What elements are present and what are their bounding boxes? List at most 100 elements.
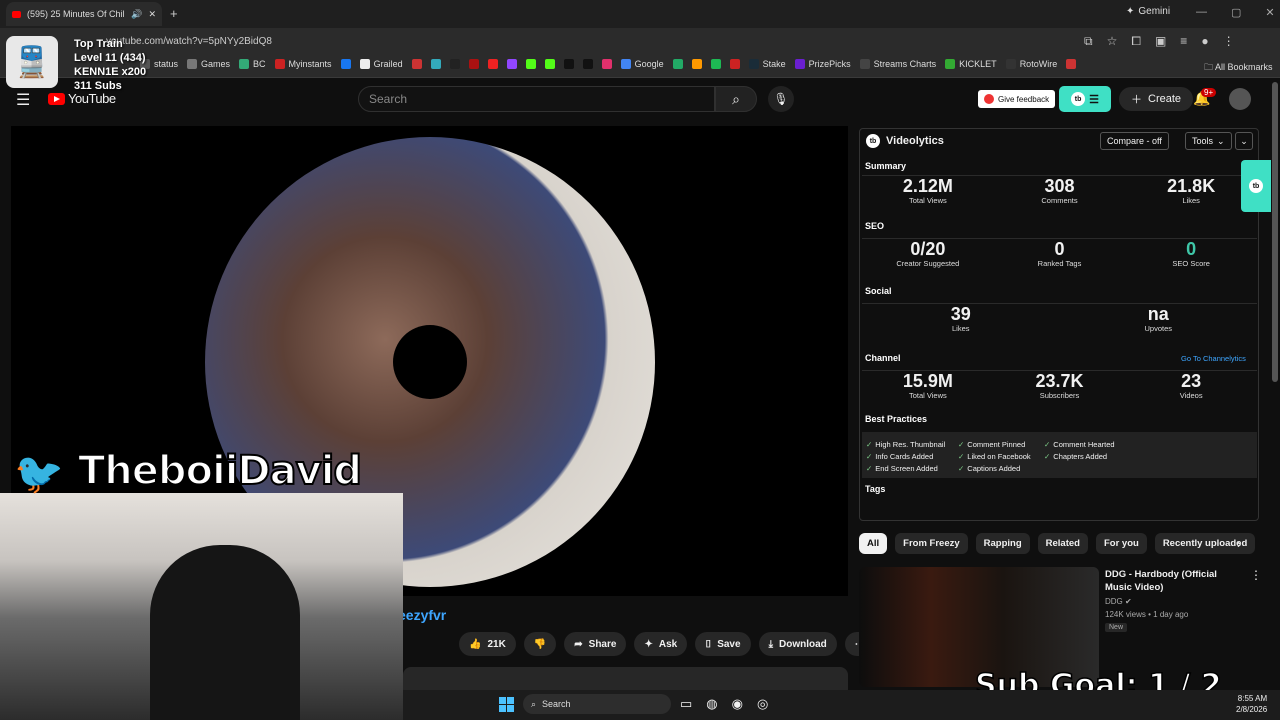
maximize-icon[interactable]: ▢ [1231,6,1241,19]
bookmark-item[interactable] [601,59,612,69]
share-button[interactable]: ➦ Share [564,632,627,656]
bookmark-item[interactable]: Games [187,59,230,69]
bookmark-item[interactable]: KICKLET [945,59,997,69]
bookmark-item[interactable] [506,59,517,69]
channel-name-link[interactable]: eezyfvr [398,607,446,623]
new-tab-button[interactable]: + [170,6,178,21]
install-icon[interactable]: ⧉ [1084,34,1093,49]
youtube-logo[interactable]: YouTube [48,91,116,106]
videolytics-logo-icon: tb [866,134,880,148]
bookmark-label: Streams Charts [873,59,937,69]
videolytics-toggle-button[interactable]: tb ☰ [1059,86,1111,112]
bookmark-item[interactable] [1066,59,1077,69]
bookmark-item[interactable] [563,59,574,69]
save-button[interactable]: ⌷ Save [695,632,751,656]
all-bookmarks-button[interactable]: 🗀 All Bookmarks [1204,60,1273,76]
sidepanel-icon[interactable]: ▣ [1155,34,1166,49]
bookmark-item[interactable] [468,59,479,69]
bookmark-item[interactable] [411,59,422,69]
bookmark-favicon-icon [411,59,422,69]
media-icon[interactable]: ≡ [1180,34,1187,49]
bookmark-item[interactable] [544,59,555,69]
voice-search-button[interactable]: 🎙 [768,86,794,112]
star-icon[interactable]: ☆ [1107,34,1118,49]
taskbar-search[interactable]: ⌕ Search [523,694,671,714]
bookmark-item[interactable]: Stake [748,59,786,69]
bookmark-item[interactable] [449,59,460,69]
chevron-right-icon[interactable]: › [1237,536,1241,551]
recommended-video-channel[interactable]: DDG ✔ [1105,597,1132,606]
bookmark-item[interactable]: BC [239,59,266,69]
bookmark-item[interactable]: Grailed [359,59,403,69]
create-button[interactable]: ＋ Create [1119,87,1194,111]
bookmark-item[interactable]: Streams Charts [859,59,937,69]
summary-stat: 2.12M Total Views [862,176,994,215]
bookmark-item[interactable] [430,59,441,69]
firefox-icon[interactable]: ◍ [706,696,717,712]
videolytics-side-tab[interactable]: tb [1241,160,1271,212]
bookmark-favicon-icon [468,59,479,69]
obs-icon[interactable]: ◎ [757,696,768,712]
page-scrollbar[interactable] [1272,82,1278,382]
bookmark-item[interactable] [691,59,702,69]
bookmark-item[interactable] [582,59,593,69]
filter-chip[interactable]: From Freezy [895,533,968,554]
kebab-menu-icon[interactable]: ⋮ [1250,568,1262,582]
stat-label: Creator Suggested [896,259,960,268]
gemini-button[interactable]: ✦ Gemini [1126,6,1170,17]
filter-chip[interactable]: All [859,533,888,554]
kebab-menu-icon[interactable]: ⋮ [1223,34,1235,49]
bookmark-label: KICKLET [959,59,997,69]
filter-chip[interactable]: Rapping [975,533,1030,554]
compare-toggle[interactable]: Compare - off [1100,132,1169,150]
chrome-icon[interactable]: ◉ [732,696,743,712]
bookmark-item[interactable] [672,59,683,69]
bookmark-item[interactable]: RotoWire [1005,59,1057,69]
filter-chip[interactable]: For you [1095,533,1147,554]
filter-chip[interactable]: Related [1037,533,1088,554]
system-clock[interactable]: 8:55 AM 2/8/2026 [1236,693,1267,715]
give-feedback-button[interactable]: Give feedback [978,90,1056,108]
tools-dropdown[interactable]: Tools ⌄ [1185,132,1232,150]
profile-icon[interactable]: ● [1201,34,1208,49]
bookmark-item[interactable] [729,59,740,69]
file-explorer-icon[interactable]: ▭ [680,696,692,712]
search-button[interactable]: ⌕ [715,86,757,112]
disc-center-hole [393,325,467,399]
search-input[interactable]: Search [358,86,715,112]
download-button[interactable]: ⤓ Download [758,632,837,656]
close-tab-icon[interactable]: ✕ [148,9,156,20]
bookmarks-list: status Games BC Myinstants Grailed Google Stak… [140,59,1077,69]
bookmark-item[interactable]: Myinstants [274,59,332,69]
bookmark-favicon-icon [748,59,759,69]
window-controls: — ▢ ✕ [1196,6,1275,19]
social-section-label: Social [865,286,892,296]
social-stat: 39 Likes [862,304,1060,343]
bookmark-item[interactable] [710,59,721,69]
bookmark-item[interactable] [340,59,351,69]
bookmark-favicon-icon [601,59,612,69]
go-to-channelytics-link[interactable]: Go To Channelytics [1181,354,1246,363]
hamburger-menu-icon[interactable]: ☰ [16,90,30,110]
extensions-icon[interactable]: ⧠ [1131,34,1141,49]
bookmark-item[interactable] [487,59,498,69]
speaker-icon[interactable]: 🔊 [131,9,142,20]
minimize-icon[interactable]: — [1196,6,1207,19]
bookmark-label: Grailed [373,59,403,69]
checkmark-icon: ✓ [866,463,873,473]
bookmark-item[interactable]: Google [620,59,664,69]
recommended-video-title[interactable]: DDG - Hardbody (Official Music Video) [1105,568,1245,594]
bookmark-item[interactable]: PrizePicks [794,59,851,69]
stat-value: 0 [1186,239,1197,259]
videolytics-expand-button[interactable]: ⌄ [1235,132,1253,150]
bookmark-favicon-icon [487,59,498,69]
close-window-icon[interactable]: ✕ [1265,6,1274,19]
stat-value: na [1147,304,1169,324]
like-button[interactable]: 👍 21K [459,632,516,656]
dislike-button[interactable]: 👎 [523,632,557,656]
browser-tab[interactable]: (595) 25 Minutes Of Chill N 🔊 ✕ [6,2,162,26]
user-avatar[interactable] [1229,88,1251,110]
bookmark-item[interactable] [525,59,536,69]
windows-start-icon[interactable] [499,697,514,712]
ask-button[interactable]: ✦ Ask [634,632,688,656]
